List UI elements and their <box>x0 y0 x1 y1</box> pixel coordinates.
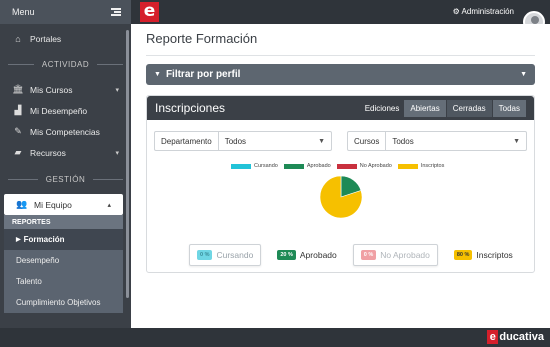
gear-icon: ⚙ <box>452 7 460 16</box>
app-logo[interactable]: e <box>140 2 159 22</box>
sidebar-subitem-desempeno[interactable]: Desempeño <box>4 250 123 271</box>
seg-abiertas[interactable]: Abiertas <box>403 99 446 117</box>
footer: e ducativa <box>0 328 550 347</box>
sidebar: Menu ⌂ Portales ACTIVIDAD 🏛 Mis Cursos ▾… <box>0 0 131 328</box>
percent-badge: 0 % <box>197 250 213 260</box>
legend-swatch <box>231 163 251 169</box>
stat-no-aprobado[interactable]: 0 % No Aprobado <box>352 244 438 266</box>
chevron-down-icon: ▼ <box>513 137 520 145</box>
legend-item[interactable]: Inscriptos <box>397 163 444 169</box>
chart-legend: Cursando Aprobado No Aprobado Inscriptos <box>231 163 444 169</box>
stat-inscriptos[interactable]: 80 % Inscriptos <box>446 244 521 266</box>
legend-item[interactable]: Cursando <box>231 163 278 169</box>
sidebar-item-mis-competencias[interactable]: ✎ Mis Competencias <box>0 121 131 142</box>
home-icon: ⌂ <box>15 33 21 44</box>
legend-swatch <box>336 163 357 169</box>
filter-panel-header[interactable]: ▼ Filtrar por perfil ▼ <box>146 64 535 85</box>
sidebar-item-label: Portales <box>30 33 62 44</box>
sidebar-header: Menu <box>0 0 131 24</box>
menu-label: Menu <box>12 7 35 17</box>
percent-badge: 80 % <box>453 250 473 260</box>
chevron-down-icon: ▾ <box>115 86 119 94</box>
cursos-select[interactable]: Cursos Todos ▼ <box>347 131 527 151</box>
sidebar-item-label: Recursos <box>30 147 66 158</box>
card-title: Inscripciones <box>155 101 226 115</box>
chevron-down-icon: ▼ <box>318 137 325 145</box>
hamburger-icon[interactable] <box>111 8 121 16</box>
sidebar-subitem-talento[interactable]: Talento <box>4 271 123 292</box>
seg-todas[interactable]: Todas <box>491 99 526 117</box>
departamento-label: Departamento <box>155 132 219 150</box>
cursos-label: Cursos <box>348 132 387 150</box>
percent-badge: 20 % <box>277 250 296 260</box>
sidebar-subitem-formacion[interactable]: ▶ Formación <box>4 229 123 250</box>
page-title: Reporte Formación <box>146 31 258 46</box>
sidebar-scrollbar[interactable] <box>126 30 129 298</box>
main-content: Reporte Formación ▼ Filtrar por perfil ▼… <box>131 24 550 328</box>
card-header: Inscripciones Ediciones Abiertas Cerrada… <box>147 96 534 120</box>
caret-right-icon: ▶ <box>16 237 21 243</box>
chevron-down-icon: ▼ <box>520 71 527 78</box>
institution-icon: 🏛 <box>12 84 24 94</box>
sidebar-item-label: Mi Equipo <box>34 199 72 210</box>
pie-chart <box>319 175 363 219</box>
seg-cerradas[interactable]: Cerradas <box>445 99 492 117</box>
submenu-header: REPORTES <box>4 215 123 229</box>
wrench-icon: ✎ <box>14 126 22 136</box>
legend-item[interactable]: Aprobado <box>283 163 331 169</box>
sidebar-item-mis-cursos[interactable]: 🏛 Mis Cursos ▾ <box>0 79 131 100</box>
sidebar-item-mi-desempeno[interactable]: ▟ Mi Desempeño <box>0 100 131 121</box>
divider <box>146 55 535 56</box>
cursos-value: Todos <box>392 136 414 146</box>
stats-row: 0 % Cursando 20 % Aprobado 0 % No Aproba… <box>189 244 529 266</box>
ediciones-toggle: Abiertas Cerradas Todas <box>403 99 526 117</box>
sidebar-item-mi-equipo[interactable]: 👥 Mi Equipo ▴ <box>4 194 123 215</box>
departamento-select[interactable]: Departamento Todos ▼ <box>154 131 332 151</box>
users-icon: 👥 <box>16 199 28 209</box>
chart-icon: ▟ <box>14 105 22 115</box>
sidebar-item-label: Mis Competencias <box>30 126 100 137</box>
legend-swatch <box>397 163 418 169</box>
folder-icon: ▰ <box>14 147 22 157</box>
chevron-down-icon: ▾ <box>115 149 119 157</box>
percent-badge: 0 % <box>360 250 377 260</box>
sidebar-item-recursos[interactable]: ▰ Recursos ▾ <box>0 142 131 163</box>
sidebar-item-label: Mi Desempeño <box>30 105 88 116</box>
stat-cursando[interactable]: 0 % Cursando <box>189 244 262 266</box>
section-actividad: ACTIVIDAD <box>0 55 131 73</box>
inscripciones-card: Inscripciones Ediciones Abiertas Cerrada… <box>146 95 535 273</box>
section-gestion: GESTIÓN <box>0 170 131 188</box>
sidebar-item-label: Mis Cursos <box>30 84 73 95</box>
chevron-up-icon: ▴ <box>107 201 111 209</box>
legend-item[interactable]: No Aprobado <box>336 163 392 169</box>
topbar: e ⚙ Administración <box>131 0 550 33</box>
submenu-reportes: REPORTES ▶ Formación Desempeño Talento C… <box>4 215 123 313</box>
sidebar-item-portales[interactable]: ⌂ Portales <box>0 28 131 49</box>
stat-aprobado[interactable]: 20 % Aprobado <box>269 244 344 266</box>
sidebar-subitem-cumplimiento[interactable]: Cumplimiento Objetivos <box>4 292 123 313</box>
caret-down-icon: ▼ <box>154 71 161 78</box>
footer-brand: e ducativa <box>487 330 544 344</box>
legend-swatch <box>283 163 304 169</box>
admin-link[interactable]: ⚙ Administración <box>453 7 514 16</box>
ediciones-label: Ediciones <box>364 103 400 113</box>
departamento-value: Todos <box>224 136 247 146</box>
